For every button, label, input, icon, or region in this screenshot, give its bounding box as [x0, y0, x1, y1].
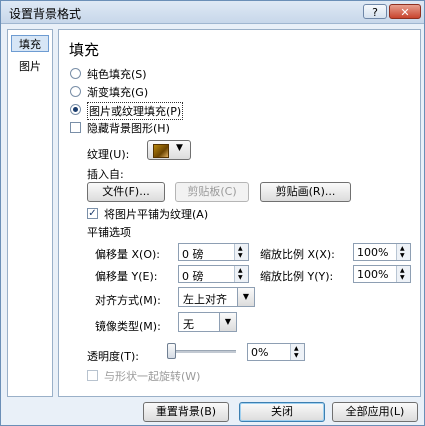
alignment-select[interactable]: 左上对齐 ▼ [178, 287, 255, 307]
apply-to-all-button[interactable]: 全部应用(L) [332, 402, 418, 422]
scale-y-value: 100% [357, 268, 389, 281]
fill-panel: 填充 纯色填充(S) 渐变填充(G) 图片或纹理填充(P) 隐藏背景图形(H) … [58, 29, 421, 397]
spin-down-icon[interactable]: ▼ [238, 274, 243, 281]
spin-up-icon[interactable]: ▲ [400, 267, 405, 274]
spin-down-icon[interactable]: ▼ [400, 274, 405, 281]
chevron-down-icon: ▼ [237, 288, 254, 306]
transparency-slider-thumb[interactable] [167, 343, 176, 359]
solid-fill-radio[interactable] [70, 68, 81, 79]
transparency-label: 透明度(T): [87, 350, 140, 363]
mirror-type-select[interactable]: 无 ▼ [178, 312, 237, 332]
tile-texture-checkbox[interactable]: ✓ [87, 208, 98, 219]
scale-x-spinner[interactable]: 100% ▲ ▼ [353, 243, 411, 261]
offset-x-spinner[interactable]: 0 磅 ▲ ▼ [178, 243, 249, 261]
transparency-spinner[interactable]: 0% ▲ ▼ [247, 343, 305, 361]
solid-fill-label: 纯色填充(S) [87, 68, 147, 81]
scale-x-value: 100% [357, 246, 389, 259]
texture-swatch [153, 144, 169, 158]
help-button[interactable]: ? [363, 4, 387, 19]
reset-background-button[interactable]: 重置背景(B) [143, 402, 229, 422]
chevron-down-icon: ▼ [176, 143, 183, 153]
file-button[interactable]: 文件(F)... [87, 182, 165, 202]
transparency-value: 0% [251, 346, 269, 359]
scale-y-label: 缩放比例 Y(Y): [260, 270, 334, 283]
sidebar-item-fill[interactable]: 填充 [11, 35, 49, 52]
texture-label: 纹理(U): [87, 148, 130, 161]
spin-down-icon[interactable]: ▼ [238, 252, 243, 259]
spin-up-icon[interactable]: ▲ [238, 245, 243, 252]
offset-y-spinner[interactable]: 0 磅 ▲ ▼ [178, 265, 249, 283]
panel-heading: 填充 [69, 41, 100, 59]
alignment-label: 对齐方式(M): [95, 294, 161, 307]
scale-y-spinner[interactable]: 100% ▲ ▼ [353, 265, 411, 283]
offset-y-value: 0 磅 [182, 270, 204, 283]
mirror-type-label: 镜像类型(M): [95, 320, 161, 333]
mirror-type-value: 无 [183, 318, 194, 331]
window-title: 设置背景格式 [9, 7, 82, 21]
tile-options-label: 平铺选项 [87, 226, 131, 239]
offset-x-value: 0 磅 [182, 248, 204, 261]
category-sidebar: 填充 图片 [7, 29, 53, 397]
rotate-with-shape-label: 与形状一起旋转(W) [104, 370, 201, 383]
rotate-with-shape-checkbox[interactable] [87, 370, 98, 381]
transparency-slider-track[interactable] [171, 350, 236, 353]
scale-x-label: 缩放比例 X(X): [260, 248, 335, 261]
spin-up-icon[interactable]: ▲ [294, 345, 299, 352]
picture-texture-fill-radio[interactable] [70, 104, 81, 115]
picture-texture-fill-label: 图片或纹理填充(P) [87, 102, 184, 120]
offset-y-label: 偏移量 Y(E): [95, 270, 158, 283]
chevron-down-icon: ▼ [219, 313, 236, 331]
spin-down-icon[interactable]: ▼ [294, 352, 299, 359]
hide-background-checkbox[interactable] [70, 122, 81, 133]
insert-from-label: 插入自: [87, 168, 124, 181]
spin-down-icon[interactable]: ▼ [400, 252, 405, 259]
alignment-value: 左上对齐 [183, 293, 227, 306]
gradient-fill-label: 渐变填充(G) [87, 86, 149, 99]
clipboard-button[interactable]: 剪贴板(C) [175, 182, 249, 202]
hide-background-label: 隐藏背景图形(H) [87, 122, 170, 135]
sidebar-item-picture[interactable]: 图片 [11, 58, 49, 75]
title-bar: 设置背景格式 ? ✕ [1, 1, 424, 24]
offset-x-label: 偏移量 X(O): [95, 248, 160, 261]
format-background-dialog: 设置背景格式 ? ✕ 填充 图片 填充 纯色填充(S) 渐变填充(G) 图片或纹… [0, 0, 425, 426]
spin-up-icon[interactable]: ▲ [238, 267, 243, 274]
close-window-button[interactable]: ✕ [389, 4, 421, 19]
spin-up-icon[interactable]: ▲ [400, 245, 405, 252]
clipart-button[interactable]: 剪贴画(R)... [260, 182, 351, 202]
close-button[interactable]: 关闭 [239, 402, 325, 422]
gradient-fill-radio[interactable] [70, 86, 81, 97]
tile-texture-label: 将图片平铺为纹理(A) [104, 208, 209, 221]
texture-picker[interactable]: ▼ [147, 140, 191, 160]
